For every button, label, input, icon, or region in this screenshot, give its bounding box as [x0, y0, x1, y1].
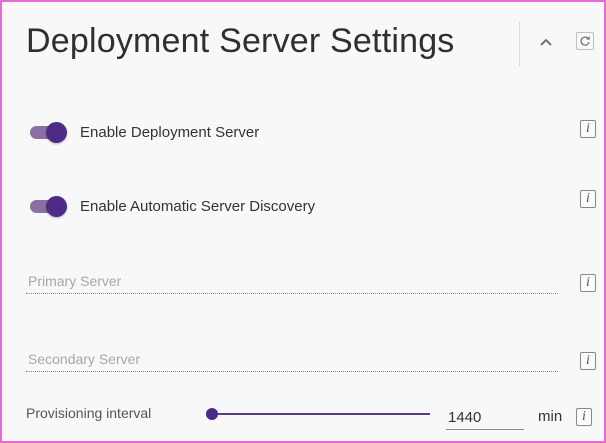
server-discovery-info-icon[interactable]: i — [580, 190, 596, 208]
secondary-server-info-icon[interactable]: i — [580, 352, 596, 370]
provisioning-interval-label: Provisioning interval — [26, 405, 152, 421]
server-discovery-toggle[interactable] — [26, 196, 72, 217]
provisioning-interval-input[interactable] — [446, 406, 524, 430]
deployment-server-label: Enable Deployment Server — [80, 124, 260, 141]
toggle-knob — [46, 196, 67, 217]
refresh-button[interactable] — [576, 32, 594, 50]
primary-server-input[interactable] — [26, 268, 558, 294]
secondary-server-input[interactable] — [26, 346, 558, 372]
slider-rail — [206, 413, 430, 415]
server-discovery-label: Enable Automatic Server Discovery — [80, 198, 316, 215]
refresh-icon — [580, 36, 590, 46]
chevron-up-icon — [540, 38, 552, 46]
toggle-knob — [46, 122, 67, 143]
slider-thumb[interactable] — [206, 408, 218, 420]
primary-server-info-icon[interactable]: i — [580, 274, 596, 292]
deployment-server-info-icon[interactable]: i — [580, 120, 596, 138]
panel-title: Deployment Server Settings — [26, 22, 455, 60]
interval-unit-label: min — [538, 408, 563, 425]
settings-panel: Deployment Server Settings Enable Deploy… — [0, 0, 606, 443]
provisioning-info-icon[interactable]: i — [576, 408, 592, 426]
collapse-button[interactable] — [534, 30, 558, 54]
provisioning-interval-slider[interactable] — [206, 404, 430, 426]
header-divider — [519, 22, 520, 66]
deployment-server-toggle[interactable] — [26, 122, 72, 143]
